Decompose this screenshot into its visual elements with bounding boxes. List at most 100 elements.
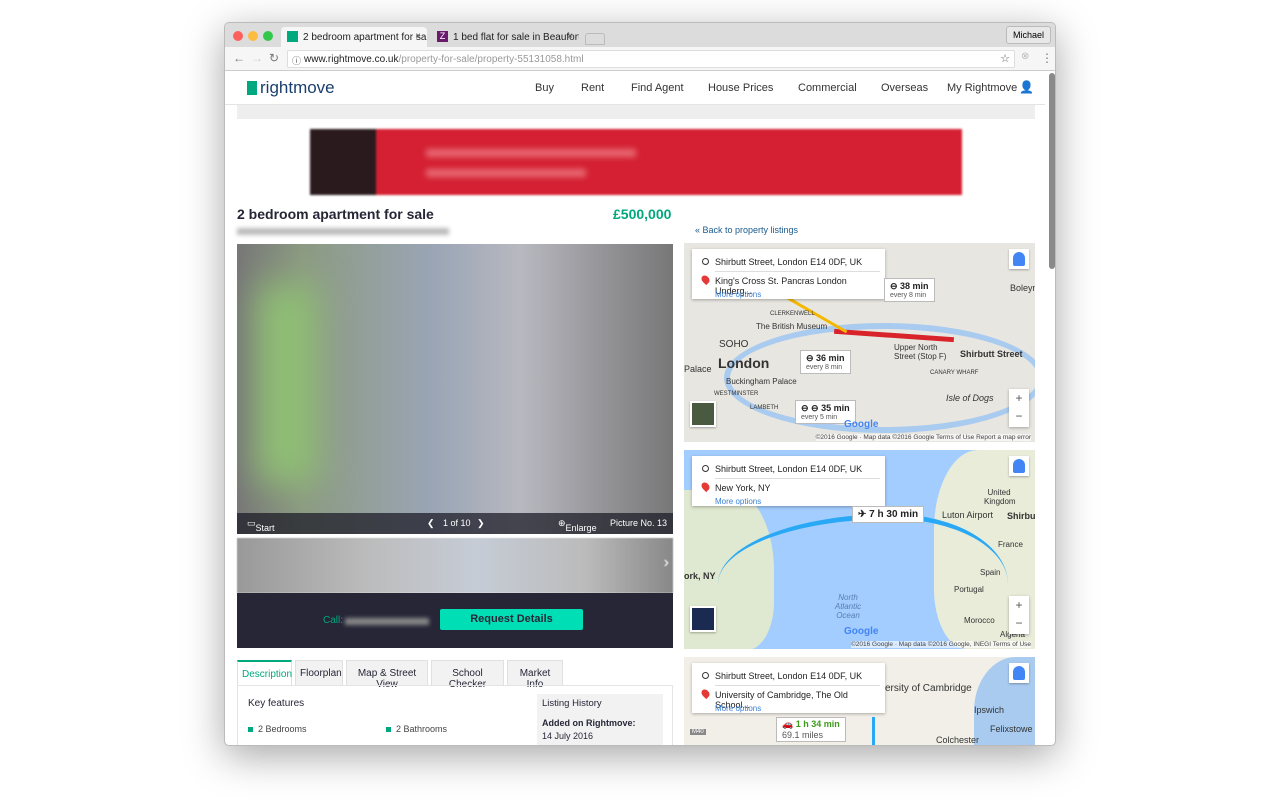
street-view-pegman-icon[interactable] — [1009, 249, 1029, 269]
street-view-pegman-icon[interactable] — [1009, 456, 1029, 476]
advert-banner[interactable] — [310, 129, 962, 195]
forward-icon[interactable]: → — [251, 51, 263, 65]
minimize-window-button[interactable] — [248, 31, 258, 41]
nav-find-agent[interactable]: Find Agent — [631, 82, 684, 94]
more-options-link[interactable]: More options — [715, 497, 761, 506]
zoopla-favicon-icon: Z — [437, 31, 448, 42]
map-label: M40 — [690, 729, 706, 735]
google-logo: Google — [844, 626, 879, 637]
route-time: 35 min — [821, 403, 850, 413]
route-freq: every 8 min — [890, 292, 927, 299]
address-bar[interactable]: ⓘ www.rightmove.co.uk/property-for-sale/p… — [287, 50, 1015, 68]
enlarge-button[interactable]: ⊕ Enlarge — [558, 518, 597, 533]
maximize-window-button[interactable] — [263, 31, 273, 41]
zoom-in-button[interactable]: + — [1009, 596, 1029, 614]
tab-floorplan[interactable]: Floorplan — [295, 660, 343, 686]
zoom-out-button[interactable]: − — [1009, 614, 1029, 632]
logo-text: rightmove — [260, 78, 335, 97]
route-label[interactable]: 🚗 1 h 34 min 69.1 miles — [776, 717, 846, 742]
close-tab-icon[interactable]: × — [567, 31, 573, 42]
reload-icon[interactable]: ↻ — [269, 51, 279, 65]
zoom-out-button[interactable]: − — [1009, 407, 1029, 425]
zoom-controls[interactable]: + − — [1009, 389, 1029, 427]
contact-bar: Call: Request Details — [237, 593, 673, 648]
nav-house-prices[interactable]: House Prices — [708, 82, 773, 94]
map-label: North Atlantic Ocean — [834, 593, 862, 620]
map-label: versity of Cambridge — [880, 683, 972, 694]
key-features-heading: Key features — [248, 698, 305, 709]
zoom-in-button[interactable]: + — [1009, 389, 1029, 407]
more-options-link[interactable]: More options — [715, 290, 761, 299]
directions-box[interactable]: Shirbutt Street, London E14 0DF, UK New Y… — [692, 456, 885, 506]
back-to-listings-link[interactable]: « Back to property listings — [695, 225, 798, 235]
next-photo-icon[interactable]: ❯ — [477, 518, 485, 529]
route-label[interactable]: ✈ 7 h 30 min — [852, 506, 925, 523]
map-kings-cross[interactable]: London SOHO The British Museum Buckingha… — [684, 243, 1035, 442]
new-tab-button[interactable] — [585, 33, 605, 45]
tab-description[interactable]: Description — [237, 660, 292, 686]
route-label[interactable]: ⊖ 36 min every 8 min — [800, 350, 851, 374]
nav-buy[interactable]: Buy — [535, 82, 554, 94]
map-cambridge[interactable]: versity of Cambridge Ipswich Felixstowe … — [684, 657, 1035, 745]
tab-school-checker[interactable]: School Checker — [431, 660, 504, 690]
bookmark-star-icon[interactable]: ☆ — [1000, 52, 1010, 65]
nav-my-rightmove[interactable]: My Rightmove — [947, 82, 1017, 94]
browser-tab[interactable]: Z 1 bed flat for sale in Beaufort × — [431, 27, 579, 47]
tab-title: 1 bed flat for sale in Beaufort — [453, 32, 579, 43]
map-label: CLERKENWELL — [770, 311, 815, 317]
added-label: Added on Rightmove: — [542, 718, 636, 728]
map-label: Palace — [684, 364, 712, 374]
back-icon[interactable]: ← — [233, 51, 245, 65]
route-freq: every 5 min — [801, 414, 838, 421]
listing-history: Listing History Added on Rightmove: 14 J… — [537, 694, 663, 745]
feature-text: 2 Bathrooms — [396, 724, 448, 734]
slideshow-button[interactable]: ▭ Start slideshow — [247, 518, 295, 534]
satellite-toggle[interactable] — [690, 401, 716, 427]
address-redacted — [237, 228, 449, 235]
route-time: 1 h 34 min — [795, 719, 840, 729]
map-attribution: ©2016 Google · Map data ©2016 Google, IN… — [851, 641, 1031, 648]
nav-overseas[interactable]: Overseas — [881, 82, 928, 94]
zoom-controls[interactable]: + − — [1009, 596, 1029, 634]
route-freq: every 8 min — [806, 364, 843, 371]
google-logo: Google — [844, 419, 879, 430]
route-time: 36 min — [816, 353, 845, 363]
user-icon[interactable]: 👤 — [1019, 80, 1034, 94]
price: £500,000 — [613, 206, 672, 222]
map-new-york[interactable]: United Kingdom Luton Airport Shirbutt Fr… — [684, 450, 1035, 649]
map-label: London — [718, 355, 770, 371]
browser-window: 2 bedroom apartment for sale × Z 1 bed fl… — [224, 22, 1056, 746]
phone-redacted[interactable] — [345, 618, 429, 625]
map-label: Spain — [980, 568, 1001, 577]
close-window-button[interactable] — [233, 31, 243, 41]
extension-icon[interactable]: ⊗ — [1021, 51, 1029, 62]
plane-icon: ✈ — [858, 509, 867, 520]
tab-title: 2 bedroom apartment for sale — [303, 32, 427, 43]
map-label: France — [998, 540, 1023, 549]
scrollbar[interactable] — [1049, 73, 1055, 269]
tab-map-street-view[interactable]: Map & Street View — [346, 660, 428, 690]
nav-commercial[interactable]: Commercial — [798, 82, 857, 94]
request-details-button[interactable]: Request Details — [440, 609, 583, 630]
next-thumbs-icon[interactable]: › — [664, 554, 669, 572]
prev-photo-icon[interactable]: ❮ — [427, 518, 435, 529]
satellite-toggle[interactable] — [690, 606, 716, 632]
menu-icon[interactable]: ⋮ — [1041, 51, 1053, 65]
tab-market-info[interactable]: Market Info — [507, 660, 563, 690]
more-options-link[interactable]: More options — [715, 704, 761, 713]
description-panel: Key features 2 Bedrooms 2 Bathrooms List… — [237, 685, 673, 745]
nav-rent[interactable]: Rent — [581, 82, 604, 94]
directions-box[interactable]: Shirbutt Street, London E14 0DF, UK Unive… — [692, 663, 885, 713]
close-tab-icon[interactable]: × — [415, 31, 421, 42]
route-label[interactable]: ⊖ 38 min every 8 min — [884, 278, 935, 302]
map-label: United Kingdom — [984, 488, 1016, 506]
main-photo[interactable]: ▭ Start slideshow ❮ 1 of 10 ❯ ⊕ Enlarge … — [237, 244, 673, 534]
map-label: Shirbutt — [1007, 511, 1035, 521]
street-view-pegman-icon[interactable] — [1009, 663, 1029, 683]
rightmove-logo[interactable]: rightmove — [247, 78, 335, 98]
directions-box[interactable]: Shirbutt Street, London E14 0DF, UK King'… — [692, 249, 885, 299]
thumbnail-strip[interactable]: › — [237, 538, 673, 593]
profile-button[interactable]: Michael — [1005, 26, 1051, 44]
back-link-text: Back to property listings — [702, 225, 799, 235]
browser-tab-active[interactable]: 2 bedroom apartment for sale × — [281, 27, 427, 47]
